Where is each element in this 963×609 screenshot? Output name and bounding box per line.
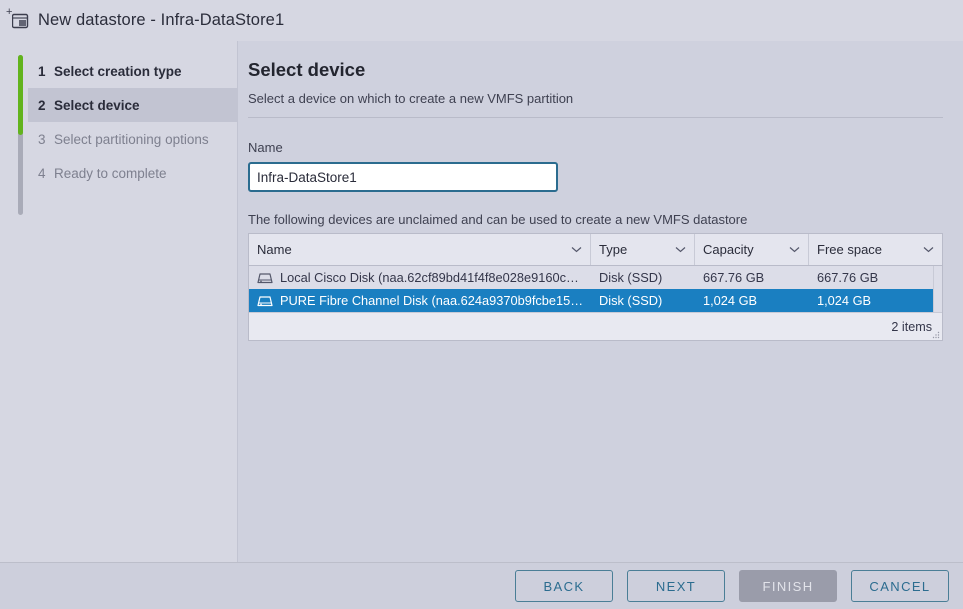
wizard-progress-fill	[18, 55, 23, 135]
device-name: Local Cisco Disk (naa.62cf89bd41f4f8e028…	[280, 270, 579, 285]
page-title: Select device	[248, 59, 366, 80]
cell-free-space: 667.76 GB	[817, 270, 879, 285]
sidebar-item-select-partitioning-options[interactable]: 3 Select partitioning options	[28, 122, 238, 156]
step-number: 4	[38, 165, 46, 181]
new-datastore-dialog: + New datastore - Infra-DataStore1 1 Sel…	[0, 0, 963, 609]
disk-icon	[257, 272, 273, 283]
chevron-down-icon	[571, 247, 582, 253]
column-header-label: Type	[599, 242, 628, 257]
back-button[interactable]: BACK	[515, 570, 613, 602]
sidebar-item-ready-to-complete[interactable]: 4 Ready to complete	[28, 156, 238, 190]
table-scrollbar[interactable]	[933, 266, 942, 312]
cell-type: Disk (SSD)	[599, 293, 663, 308]
cell-name: PURE Fibre Channel Disk (naa.624a9370b9f…	[249, 293, 591, 308]
step-label: Select creation type	[54, 63, 182, 79]
device-table-intro: The following devices are unclaimed and …	[248, 212, 748, 227]
datastore-name-input[interactable]	[248, 162, 558, 192]
wizard-step-list: 1 Select creation type 2 Select device 3…	[28, 54, 238, 190]
column-header-label: Capacity	[703, 242, 754, 257]
finish-button: FINISH	[739, 570, 837, 602]
device-table-footer: 2 items	[249, 312, 942, 340]
step-label: Ready to complete	[54, 165, 167, 181]
wizard-main-panel: Select device Select a device on which t…	[238, 41, 963, 562]
name-field-label: Name	[248, 140, 283, 155]
chevron-down-icon	[789, 247, 800, 253]
table-row[interactable]: Local Cisco Disk (naa.62cf89bd41f4f8e028…	[249, 266, 942, 289]
column-header-free-space[interactable]: Free space	[809, 234, 942, 265]
step-number: 3	[38, 131, 46, 147]
next-button[interactable]: NEXT	[627, 570, 725, 602]
table-row[interactable]: PURE Fibre Channel Disk (naa.624a9370b9f…	[249, 289, 942, 312]
window-title-bar: + New datastore - Infra-DataStore1	[0, 0, 963, 41]
wizard-sidebar: 1 Select creation type 2 Select device 3…	[0, 41, 238, 562]
item-count: 2 items	[891, 319, 932, 334]
chevron-down-icon	[923, 247, 934, 253]
chevron-down-icon	[675, 247, 686, 253]
step-label: Select partitioning options	[54, 131, 209, 147]
resize-grip-icon[interactable]	[932, 331, 940, 339]
device-table: Name Type Capacity Free space Local Cisc…	[248, 233, 943, 341]
cell-type: Disk (SSD)	[599, 270, 663, 285]
step-label: Select device	[54, 97, 140, 113]
cell-free-space: 1,024 GB	[817, 293, 872, 308]
new-datastore-icon: +	[6, 6, 32, 34]
column-header-label: Name	[257, 242, 292, 257]
device-table-header: Name Type Capacity Free space	[249, 234, 942, 266]
cancel-button[interactable]: CANCEL	[851, 570, 949, 602]
page-subtitle: Select a device on which to create a new…	[248, 91, 943, 118]
column-header-label: Free space	[817, 242, 883, 257]
cell-capacity: 667.76 GB	[703, 270, 765, 285]
column-header-capacity[interactable]: Capacity	[695, 234, 809, 265]
column-header-type[interactable]: Type	[591, 234, 695, 265]
device-name: PURE Fibre Channel Disk (naa.624a9370b9f…	[280, 293, 584, 308]
cell-name: Local Cisco Disk (naa.62cf89bd41f4f8e028…	[249, 270, 591, 285]
disk-icon	[257, 295, 273, 306]
step-number: 2	[38, 97, 46, 113]
wizard-progress-rail	[18, 55, 23, 215]
cell-capacity: 1,024 GB	[703, 293, 758, 308]
window-title: New datastore - Infra-DataStore1	[38, 11, 285, 29]
dialog-footer: BACK NEXT FINISH CANCEL	[0, 562, 963, 609]
column-header-name[interactable]: Name	[249, 234, 591, 265]
step-number: 1	[38, 63, 46, 79]
device-table-body: Local Cisco Disk (naa.62cf89bd41f4f8e028…	[249, 266, 942, 312]
sidebar-item-select-device[interactable]: 2 Select device	[28, 88, 238, 122]
sidebar-item-select-creation-type[interactable]: 1 Select creation type	[28, 54, 238, 88]
